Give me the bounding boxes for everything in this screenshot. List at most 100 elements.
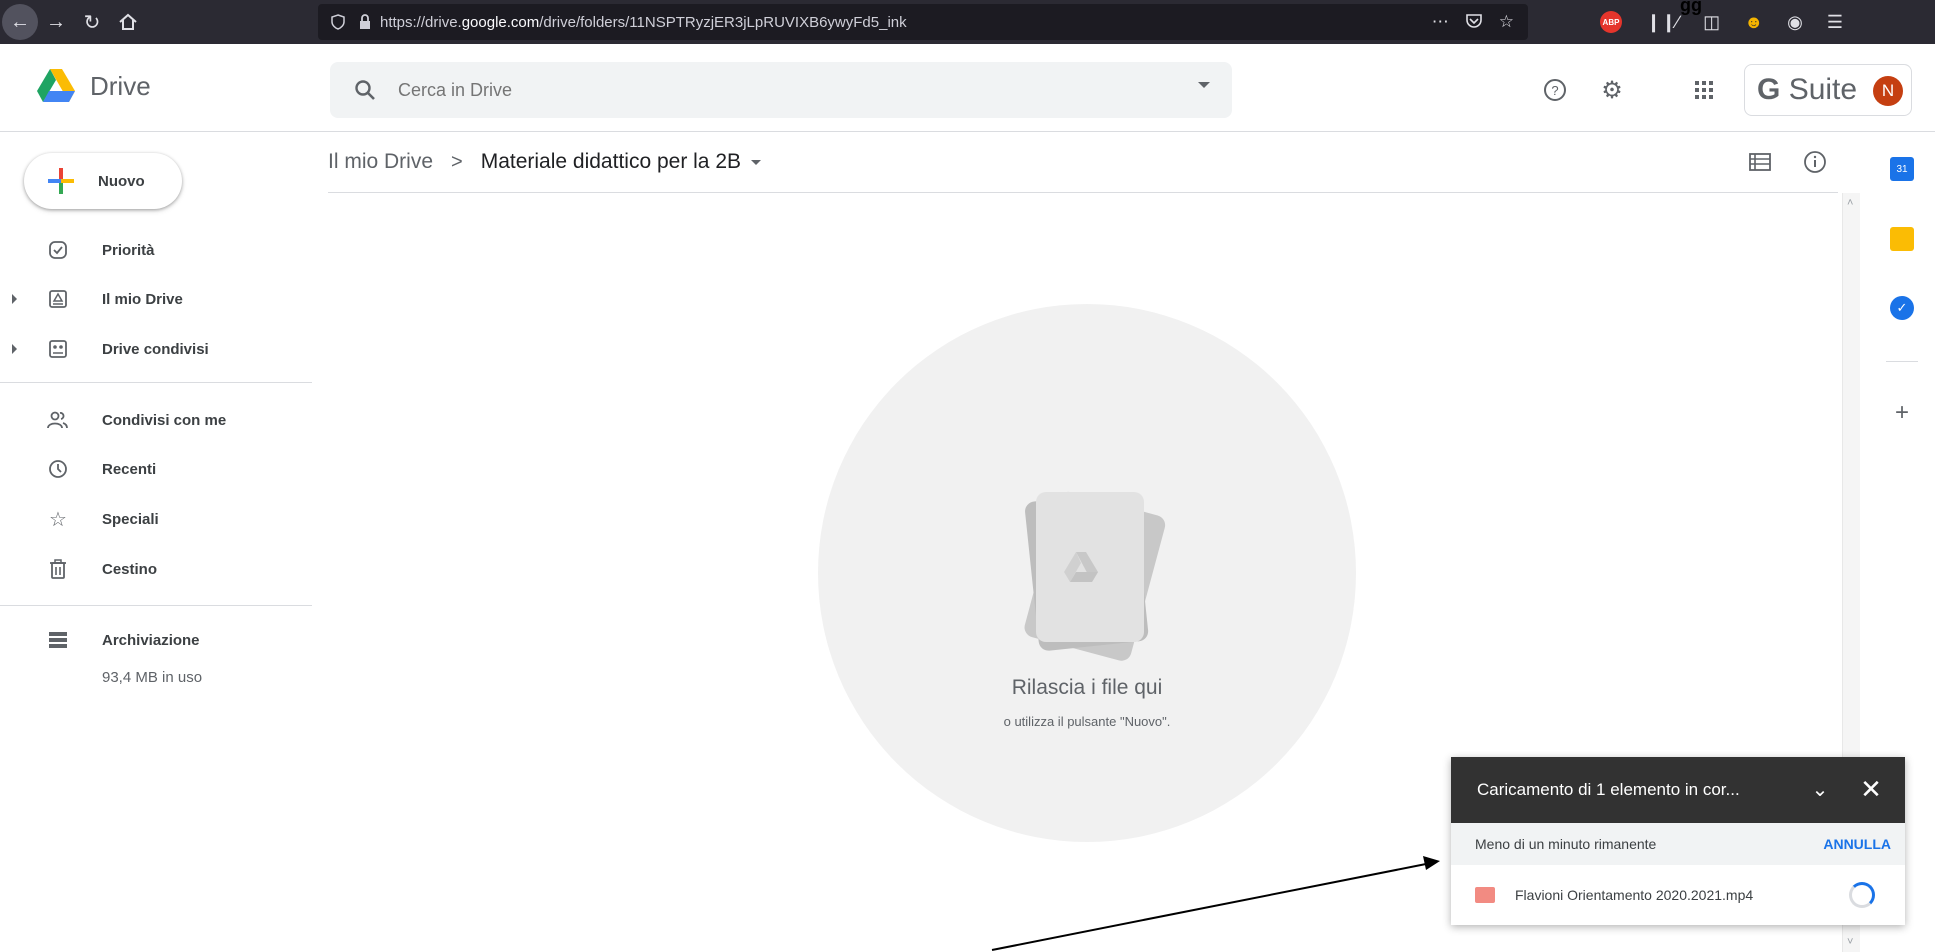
list-view-icon[interactable] xyxy=(1746,148,1774,176)
url-text: https://drive.google.com/drive/folders/1… xyxy=(380,14,907,31)
upload-status-bar: Meno di un minuto rimanente ANNULLA xyxy=(1451,823,1905,865)
sidebar-item-priority[interactable]: Priorità xyxy=(0,230,312,270)
close-icon[interactable]: ✕ xyxy=(1856,774,1886,804)
gsuite-g: G xyxy=(1757,73,1781,106)
sidebar-item-recent[interactable]: Recenti xyxy=(0,449,312,489)
sidebar-item-shared-drives[interactable]: Drive condivisi xyxy=(0,329,312,369)
drive-logo-icon xyxy=(37,69,75,102)
sidebar-item-label: Archiviazione xyxy=(102,631,200,649)
apps-grid-icon[interactable] xyxy=(1690,76,1718,104)
drive-files-illustration-icon xyxy=(1024,491,1166,661)
app-header: Drive ? ⚙ G Suite N xyxy=(0,44,1935,132)
add-addon-icon[interactable]: + xyxy=(1890,399,1914,426)
more-actions-icon[interactable]: ⋯ xyxy=(1432,12,1449,32)
tasks-icon[interactable]: ✓ xyxy=(1890,296,1914,320)
drive-logo[interactable]: Drive xyxy=(36,68,151,104)
account-icon[interactable]: ◉ xyxy=(1787,12,1803,33)
video-file-icon xyxy=(1475,887,1495,903)
stray-text: gg xyxy=(1680,0,1702,15)
header-divider xyxy=(328,192,1838,193)
collapse-chevron-icon[interactable]: ⌄ xyxy=(1806,775,1834,803)
sidebar-item-storage[interactable]: Archiviazione xyxy=(0,620,312,660)
gsuite-account-chip[interactable]: G Suite N xyxy=(1744,64,1912,116)
sidebar-item-label: Condivisi con me xyxy=(102,411,227,429)
library-icon[interactable]: ❙❙∕ xyxy=(1646,12,1679,33)
expand-arrow-icon[interactable] xyxy=(12,294,17,304)
breadcrumb-separator: > xyxy=(451,150,463,173)
trash-icon xyxy=(46,557,70,581)
drop-zone-subtitle: o utilizza il pulsante "Nuovo". xyxy=(1003,714,1171,729)
search-icon[interactable] xyxy=(354,79,376,101)
scroll-down-icon[interactable]: ˅ xyxy=(1847,936,1853,948)
pocket-icon[interactable] xyxy=(1465,12,1483,30)
sidebar-item-shared-with-me[interactable]: Condivisi con me xyxy=(0,400,312,440)
upload-panel-header: Caricamento di 1 elemento in cor... ⌄ ✕ xyxy=(1451,757,1905,823)
storage-icon xyxy=(46,628,70,652)
upload-time-remaining: Meno di un minuto rimanente xyxy=(1475,836,1657,852)
sidebar-item-label: Priorità xyxy=(102,241,155,259)
adblock-icon[interactable]: ABP xyxy=(1600,11,1622,33)
new-button[interactable]: Nuovo xyxy=(24,153,182,209)
drop-zone-title: Rilascia i file qui xyxy=(1011,676,1163,699)
sidebar-item-trash[interactable]: Cestino xyxy=(0,549,312,589)
shared-drives-icon xyxy=(46,337,70,361)
people-icon xyxy=(46,408,70,432)
plus-multicolor-icon xyxy=(48,168,74,194)
sidebar-item-label: Recenti xyxy=(102,460,157,478)
browser-toolbar: ← → ↻ https://drive.google.com/drive/fol… xyxy=(0,0,1935,44)
keep-icon[interactable] xyxy=(1890,227,1914,251)
upload-title: Caricamento di 1 elemento in cor... xyxy=(1477,780,1740,799)
breadcrumb-current-folder[interactable]: Materiale didattico per la 2B xyxy=(481,150,741,174)
info-icon[interactable] xyxy=(1801,148,1829,176)
avatar[interactable]: N xyxy=(1873,76,1903,106)
sidebar-divider xyxy=(0,382,312,383)
star-icon: ☆ xyxy=(49,508,67,531)
gsuite-label: Suite xyxy=(1788,73,1858,106)
upload-file-row[interactable]: Flavioni Orientamento 2020.2021.mp4 xyxy=(1451,865,1905,925)
extension-icon[interactable]: ☻ xyxy=(1744,12,1763,33)
reload-button[interactable]: ↻ xyxy=(74,4,110,40)
folder-menu-chevron-icon[interactable] xyxy=(751,159,762,165)
menu-icon[interactable]: ☰ xyxy=(1827,12,1843,33)
search-options-icon[interactable] xyxy=(1198,82,1210,88)
scroll-up-icon[interactable]: ˄ xyxy=(1847,197,1853,209)
url-prefix: https://drive. xyxy=(380,13,462,31)
back-button[interactable]: ← xyxy=(2,4,38,40)
help-icon[interactable]: ? xyxy=(1541,76,1569,104)
calendar-icon[interactable]: 31 xyxy=(1890,157,1914,181)
expand-arrow-icon[interactable] xyxy=(12,344,17,354)
search-box[interactable] xyxy=(330,62,1232,118)
breadcrumb-root[interactable]: Il mio Drive xyxy=(328,150,433,174)
url-bar[interactable]: https://drive.google.com/drive/folders/1… xyxy=(318,4,1528,40)
new-label: Nuovo xyxy=(98,172,145,190)
sidebar-item-my-drive[interactable]: Il mio Drive xyxy=(0,279,312,319)
app-name: Drive xyxy=(90,70,151,101)
sidebar-item-label: Speciali xyxy=(102,510,159,528)
check-circle-icon xyxy=(46,238,70,262)
search-input[interactable] xyxy=(398,79,1158,101)
upload-file-name: Flavioni Orientamento 2020.2021.mp4 xyxy=(1515,887,1754,903)
url-path: /drive/folders/11NSPTRyzjER3jLpRUVIXB6yw… xyxy=(539,13,907,31)
sidebar-item-label: Il mio Drive xyxy=(102,290,183,308)
bookmark-star-icon[interactable]: ☆ xyxy=(1499,12,1514,32)
settings-gear-icon[interactable]: ⚙ xyxy=(1598,76,1626,104)
storage-used-text: 93,4 MB in uso xyxy=(102,669,203,686)
sidebar-toggle-icon[interactable]: ◫ xyxy=(1703,12,1720,33)
clock-icon xyxy=(46,457,70,481)
url-host: google.com xyxy=(461,13,540,31)
sidebar-item-starred[interactable]: ☆ Speciali xyxy=(0,499,312,539)
cancel-upload-button[interactable]: ANNULLA xyxy=(1823,836,1891,852)
sidebar-item-label: Drive condivisi xyxy=(102,340,209,358)
lock-icon xyxy=(360,14,370,29)
reload-icon: ↻ xyxy=(83,11,101,34)
breadcrumb: Il mio Drive > Materiale didattico per l… xyxy=(328,150,762,174)
home-button[interactable] xyxy=(110,4,146,40)
forward-button[interactable]: → xyxy=(38,4,74,40)
gsuite-logo: G Suite xyxy=(1757,73,1857,107)
upload-panel: Caricamento di 1 elemento in cor... ⌄ ✕ … xyxy=(1451,757,1905,925)
svg-text:?: ? xyxy=(1551,83,1558,98)
home-icon xyxy=(119,13,137,30)
sidebar-divider xyxy=(0,605,312,606)
sidebar-item-label: Cestino xyxy=(102,560,158,578)
upload-progress-spinner-icon xyxy=(1849,882,1875,908)
